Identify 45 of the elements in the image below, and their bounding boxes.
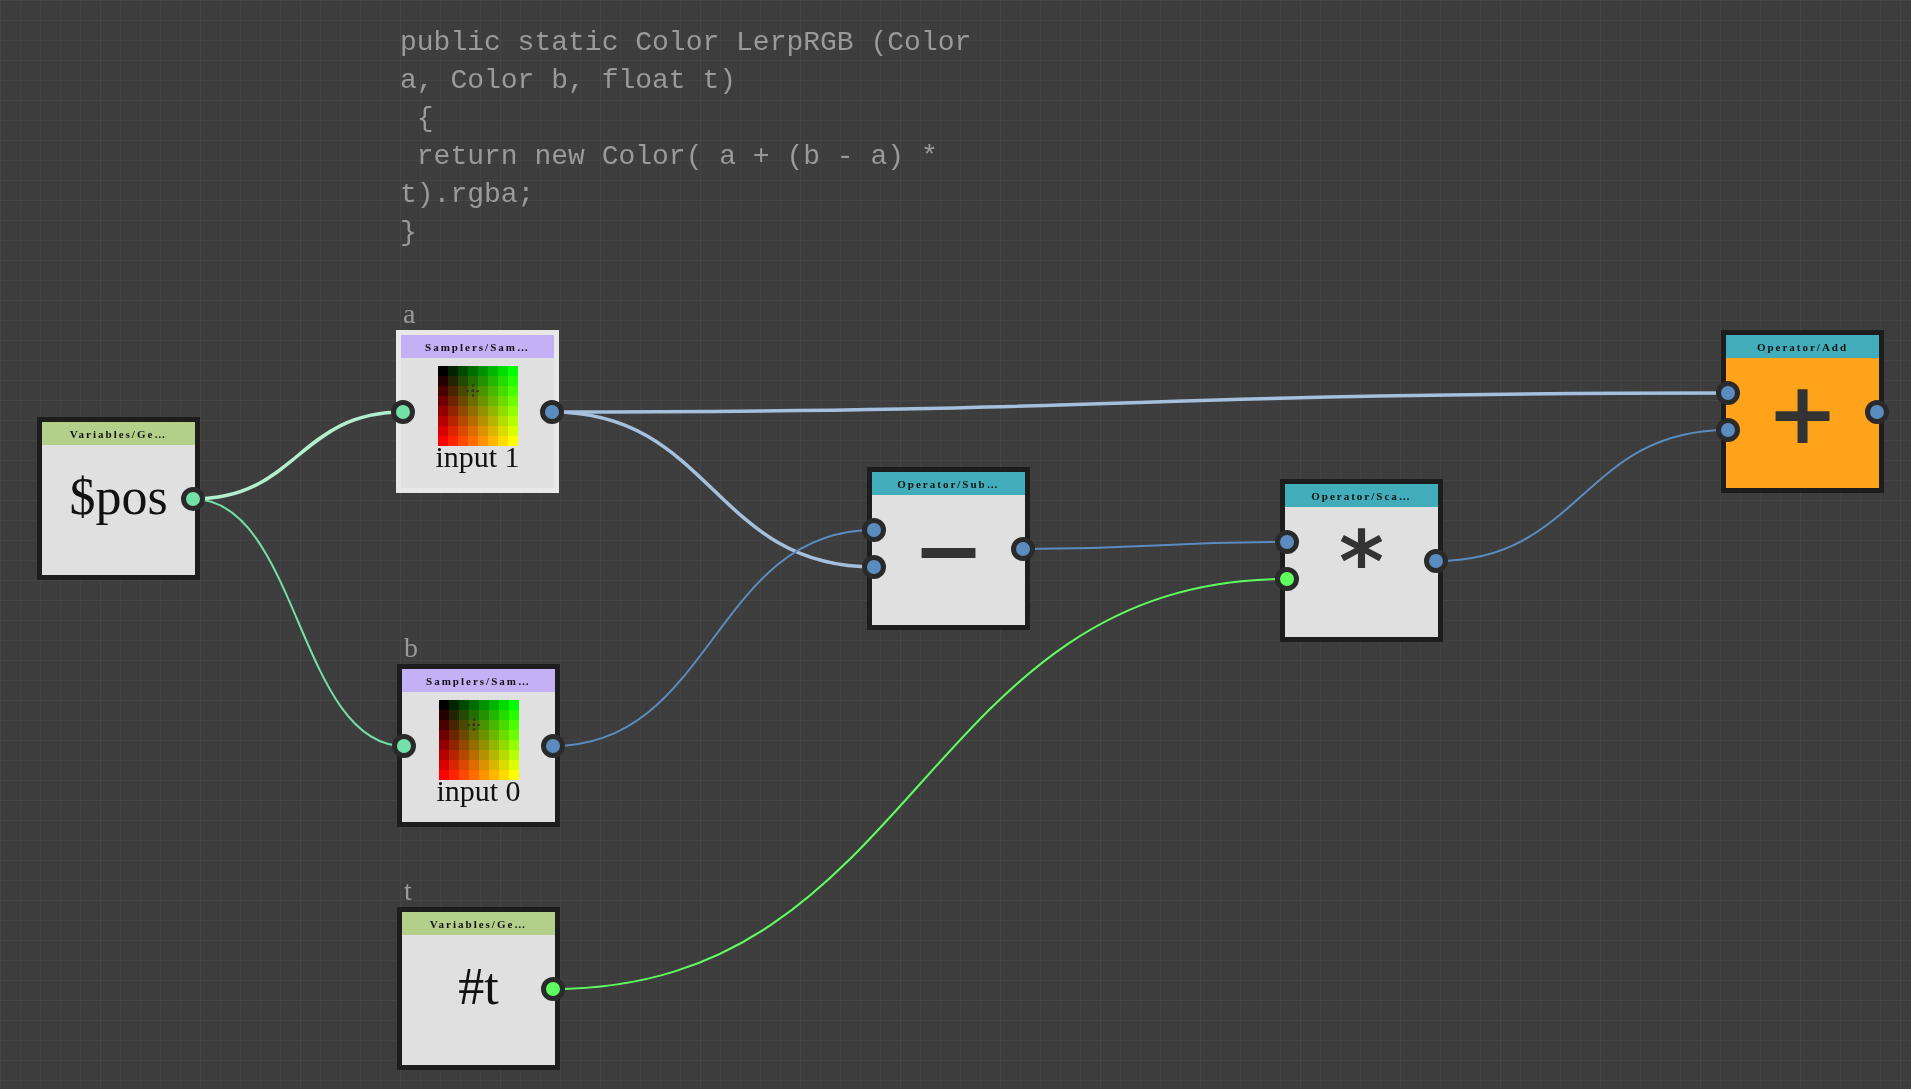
input-port[interactable] bbox=[862, 518, 886, 542]
output-port[interactable] bbox=[541, 734, 565, 758]
code-line: t).rgba; bbox=[400, 178, 536, 212]
variable-name: $pos bbox=[69, 471, 168, 523]
node-header: Variables/Ge… bbox=[402, 912, 555, 935]
input-port[interactable] bbox=[391, 400, 415, 424]
node-header: Operator/Sca… bbox=[1285, 484, 1438, 507]
node-header: Samplers/Sam… bbox=[401, 335, 554, 358]
graph-node[interactable]: Operator/Sub… − bbox=[867, 467, 1030, 630]
node-label: b bbox=[404, 634, 418, 662]
graph-node[interactable]: Operator/Add + bbox=[1721, 330, 1884, 493]
output-port[interactable] bbox=[1011, 537, 1035, 561]
code-line: public static Color LerpRGB (Color bbox=[400, 26, 972, 60]
input-port[interactable] bbox=[1275, 530, 1299, 554]
graph-node[interactable]: Samplers/Sam… input 1 bbox=[396, 330, 559, 493]
node-header: Operator/Add bbox=[1726, 335, 1879, 358]
input-port[interactable] bbox=[392, 734, 416, 758]
node-header: Variables/Ge… bbox=[42, 422, 195, 445]
output-port[interactable] bbox=[1865, 400, 1889, 424]
input-port[interactable] bbox=[1275, 567, 1299, 591]
output-port[interactable] bbox=[541, 977, 565, 1001]
output-port[interactable] bbox=[1424, 549, 1448, 573]
graph-node[interactable]: Samplers/Sam… input 0 bbox=[397, 664, 560, 827]
input-port[interactable] bbox=[1716, 381, 1740, 405]
node-header: Samplers/Sam… bbox=[402, 669, 555, 692]
code-line: } bbox=[400, 216, 418, 250]
code-line: return new Color( a + (b - a) * bbox=[415, 140, 939, 174]
code-line: { bbox=[415, 102, 435, 136]
node-header: Operator/Sub… bbox=[872, 472, 1025, 495]
node-label: a bbox=[403, 300, 416, 328]
output-port[interactable] bbox=[540, 400, 564, 424]
variable-name: #t bbox=[458, 961, 499, 1013]
operator-symbol: + bbox=[1766, 370, 1839, 456]
input-name: input 0 bbox=[436, 776, 521, 806]
node-label: t bbox=[404, 877, 412, 905]
code-line: a, Color b, float t) bbox=[400, 64, 738, 98]
input-port[interactable] bbox=[862, 555, 886, 579]
graph-node[interactable]: Operator/Sca… * bbox=[1280, 479, 1443, 642]
operator-symbol: − bbox=[912, 507, 985, 593]
graph-node[interactable]: Variables/Ge… #t bbox=[397, 907, 560, 1070]
graph-node[interactable]: Variables/Ge… $pos bbox=[37, 417, 200, 580]
output-port[interactable] bbox=[181, 487, 205, 511]
input-port[interactable] bbox=[1716, 418, 1740, 442]
operator-symbol: * bbox=[1339, 519, 1384, 605]
input-name: input 1 bbox=[435, 442, 520, 472]
